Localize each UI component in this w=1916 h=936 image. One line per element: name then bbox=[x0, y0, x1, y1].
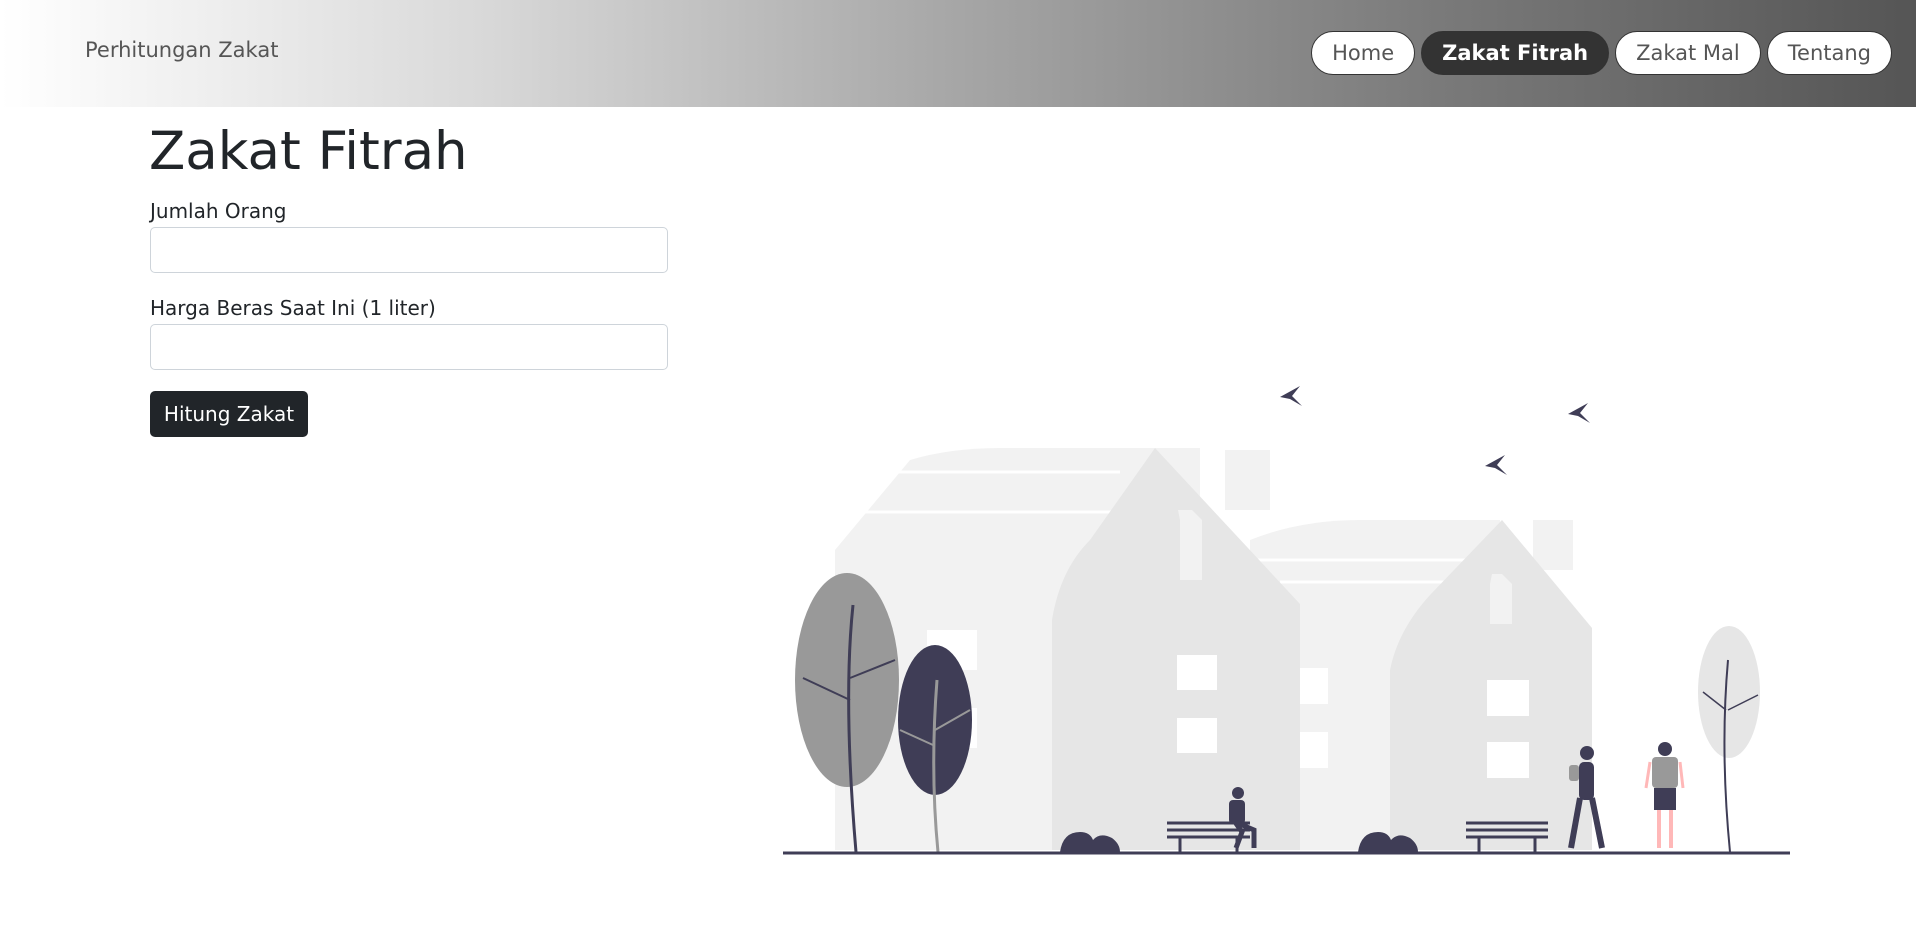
brand-title[interactable]: Perhitungan Zakat bbox=[85, 38, 278, 62]
hitung-zakat-button[interactable]: Hitung Zakat bbox=[150, 391, 308, 437]
houses-illustration bbox=[783, 386, 1790, 855]
bird-icon bbox=[1280, 386, 1590, 475]
nav-zakat-mal[interactable]: Zakat Mal bbox=[1615, 31, 1761, 75]
navbar: Perhitungan Zakat Home Zakat Fitrah Zaka… bbox=[0, 0, 1916, 107]
nav-items: Home Zakat Fitrah Zakat Mal Tentang bbox=[1311, 31, 1892, 75]
nav-tentang[interactable]: Tentang bbox=[1766, 31, 1892, 75]
person-icon bbox=[1644, 742, 1685, 848]
harga-beras-input[interactable] bbox=[150, 324, 668, 370]
jumlah-orang-label: Jumlah Orang bbox=[150, 199, 287, 223]
nav-home[interactable]: Home bbox=[1311, 31, 1416, 75]
jumlah-orang-input[interactable] bbox=[150, 227, 668, 273]
page-title: Zakat Fitrah bbox=[149, 121, 468, 182]
nav-zakat-fitrah[interactable]: Zakat Fitrah bbox=[1421, 31, 1610, 75]
harga-beras-label: Harga Beras Saat Ini (1 liter) bbox=[150, 296, 436, 320]
